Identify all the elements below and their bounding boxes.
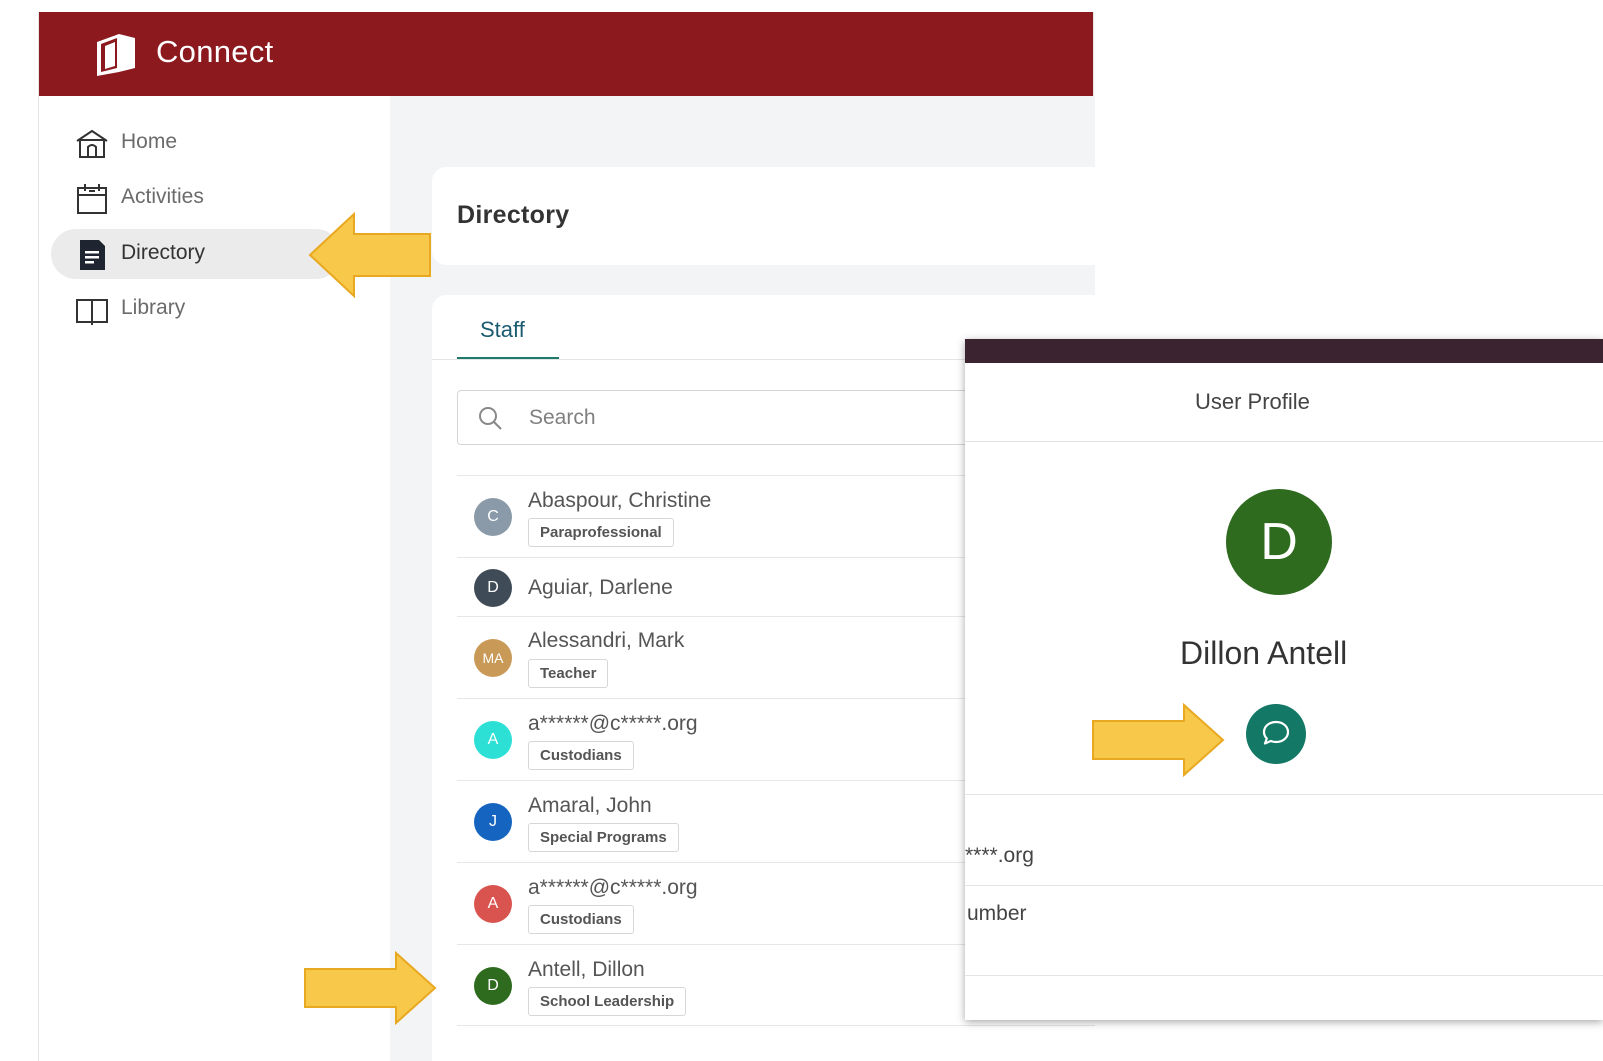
divider bbox=[965, 885, 1603, 886]
role-badge: Special Programs bbox=[528, 823, 679, 852]
top-bar: Connect bbox=[39, 12, 1093, 96]
avatar: A bbox=[474, 721, 512, 759]
sidebar-item-library[interactable]: Library bbox=[51, 284, 341, 334]
avatar: D bbox=[474, 569, 512, 607]
arrow-right-icon bbox=[1092, 703, 1225, 777]
search-input[interactable]: Search bbox=[457, 390, 1017, 445]
arrow-right-icon bbox=[304, 951, 437, 1025]
sidebar-item-label: Activities bbox=[121, 185, 204, 208]
book-icon bbox=[76, 299, 108, 325]
title-card: Directory bbox=[432, 167, 1095, 265]
page-title: Directory bbox=[457, 201, 570, 229]
chat-bubble-icon bbox=[1262, 720, 1290, 745]
message-button[interactable] bbox=[1246, 704, 1306, 764]
row-name: a******@c*****.org bbox=[528, 712, 698, 735]
role-badge: Custodians bbox=[528, 741, 634, 770]
app-window: Connect Home Activities Directory Librar… bbox=[38, 12, 1095, 1061]
search-icon bbox=[479, 407, 502, 430]
divider bbox=[965, 975, 1603, 976]
profile-header-bar bbox=[965, 339, 1603, 363]
profile-title: User Profile bbox=[1195, 389, 1310, 414]
sidebar-item-label: Library bbox=[121, 296, 186, 319]
avatar: J bbox=[474, 803, 512, 841]
role-badge: Custodians bbox=[528, 905, 634, 934]
row-name: Alessandri, Mark bbox=[528, 629, 685, 652]
row-name: Abaspour, Christine bbox=[528, 489, 712, 512]
calendar-icon bbox=[77, 184, 107, 214]
profile-phone-label: umber bbox=[967, 902, 1027, 925]
tab-label: Staff bbox=[480, 317, 525, 342]
home-icon bbox=[76, 129, 108, 158]
role-badge: Teacher bbox=[528, 659, 609, 688]
sidebar-item-label: Directory bbox=[121, 241, 206, 264]
profile-email: ****.org bbox=[965, 844, 1034, 867]
divider bbox=[965, 441, 1603, 442]
profile-name: Dillon Antell bbox=[1180, 635, 1348, 671]
user-profile-panel: User Profile D Dillon Antell ****.org um… bbox=[965, 339, 1603, 1020]
tab-staff[interactable]: Staff bbox=[457, 295, 559, 360]
profile-avatar: D bbox=[1226, 489, 1332, 595]
role-badge: School Leadership bbox=[528, 987, 687, 1016]
avatar: MA bbox=[474, 639, 512, 677]
arrow-left-icon bbox=[308, 212, 431, 298]
row-name: Aguiar, Darlene bbox=[528, 576, 673, 599]
avatar: C bbox=[474, 498, 512, 536]
avatar: A bbox=[474, 885, 512, 923]
sidebar-item-label: Home bbox=[121, 130, 178, 153]
row-name: Amaral, John bbox=[528, 794, 652, 817]
divider bbox=[965, 794, 1603, 795]
sidebar-item-home[interactable]: Home bbox=[51, 118, 341, 168]
avatar: D bbox=[474, 967, 512, 1005]
row-name: a******@c*****.org bbox=[528, 876, 698, 899]
book-logo-icon bbox=[97, 34, 135, 76]
document-icon bbox=[80, 240, 105, 270]
sidebar-item-activities[interactable]: Activities bbox=[51, 173, 341, 223]
app-title: Connect bbox=[156, 34, 274, 69]
role-badge: Paraprofessional bbox=[528, 518, 674, 547]
row-name: Antell, Dillon bbox=[528, 958, 645, 981]
search-placeholder: Search bbox=[529, 406, 596, 429]
sidebar-item-directory[interactable]: Directory bbox=[51, 229, 341, 279]
